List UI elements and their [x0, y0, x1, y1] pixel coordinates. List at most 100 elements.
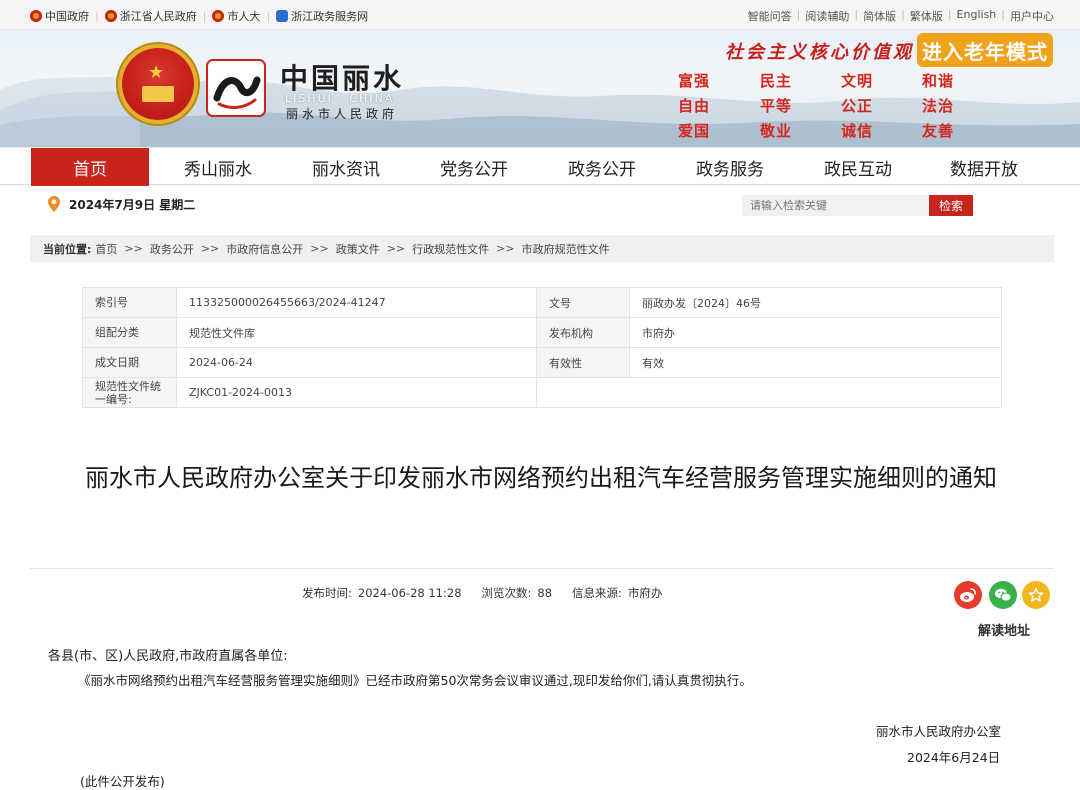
national-emblem-icon	[212, 10, 225, 22]
top-bar: 中国政府 | 浙江省人民政府 | 市人大 | 浙江政务服务网 智能问答 | 阅读辅…	[0, 0, 1080, 30]
meta-value-issuer: 市府办	[629, 317, 1002, 348]
core-value: 诚信	[841, 122, 874, 140]
publication-note: (此件公开发布)	[80, 774, 165, 789]
views-value: 88	[537, 586, 553, 600]
smart-qa-link[interactable]: 智能问答	[748, 8, 792, 24]
breadcrumb-label: 当前位置:	[43, 242, 92, 256]
salutation: 各县(市、区)人民政府,市政府直属各单位:	[48, 649, 288, 664]
core-value: 爱国	[678, 122, 711, 140]
meta-value-category: 规范性文件库	[176, 317, 537, 348]
meta-label-validity: 有效性	[536, 347, 630, 378]
site-title: 中国丽水	[280, 62, 405, 95]
top-link-npc[interactable]: 市人大	[212, 8, 260, 24]
core-value: 民主	[760, 72, 793, 90]
service-net-icon	[276, 10, 289, 22]
meta-label-issuer: 发布机构	[536, 317, 630, 348]
table-row: 索引号 113325000026455663/2024-41247 文号 丽政办…	[82, 287, 1002, 318]
core-value: 和谐	[922, 72, 955, 90]
english-link[interactable]: English	[957, 8, 997, 24]
core-value: 法治	[922, 97, 955, 115]
site-subtitle-cn: 丽水市人民政府	[286, 107, 399, 121]
nav-item-gov-services[interactable]: 政务服务	[671, 148, 789, 186]
date-display: 2024年7月9日 星期二	[47, 195, 195, 213]
document-meta-table: 索引号 113325000026455663/2024-41247 文号 丽政办…	[82, 287, 1002, 408]
table-row: 组配分类 规范性文件库 发布机构 市府办	[82, 317, 1002, 348]
meta-label-index: 索引号	[82, 287, 177, 318]
divider	[30, 568, 1054, 569]
simplified-link[interactable]: 简体版	[863, 8, 896, 24]
user-center-link[interactable]: 用户中心	[1010, 8, 1054, 24]
location-pin-icon	[48, 196, 60, 212]
source-value: 市府办	[627, 586, 663, 600]
search-button[interactable]: 检索	[929, 195, 973, 216]
traditional-link[interactable]: 繁体版	[910, 8, 943, 24]
core-value: 平等	[760, 97, 793, 115]
meta-empty-cell	[536, 377, 1002, 408]
signature-org: 丽水市人民政府办公室	[876, 724, 1002, 739]
wechat-share-button[interactable]	[989, 581, 1017, 609]
table-row: 规范性文件统一编号: ZJKC01-2024-0013	[82, 377, 1002, 408]
nav-item-gov-affairs[interactable]: 政务公开	[543, 148, 661, 186]
meta-label-code: 规范性文件统一编号:	[82, 377, 177, 408]
site-subtitle-en: LISHUI · CHINA	[285, 92, 395, 105]
meta-value-index: 113325000026455663/2024-41247	[176, 287, 537, 318]
publish-time-label: 发布时间:	[302, 586, 352, 600]
national-emblem-icon	[104, 10, 117, 22]
interpretation-link[interactable]: 解读地址	[978, 620, 1030, 639]
search-input[interactable]	[742, 195, 928, 216]
nav-item-party-affairs[interactable]: 党务公开	[415, 148, 533, 186]
meta-value-validity: 有效	[629, 347, 1002, 378]
nav-item-interaction[interactable]: 政民互动	[799, 148, 917, 186]
favorite-share-button[interactable]	[1022, 581, 1050, 609]
wechat-icon	[995, 588, 1012, 602]
core-value: 富强	[678, 72, 711, 90]
nav-item-home[interactable]: 首页	[31, 148, 149, 186]
breadcrumb-item[interactable]: 首页	[95, 241, 117, 257]
core-value: 公正	[841, 97, 874, 115]
top-link-central-gov[interactable]: 中国政府	[30, 8, 89, 24]
breadcrumb: 当前位置: 首页 >> 政务公开 >> 市政府信息公开 >> 政策文件 >> 行…	[30, 235, 1054, 262]
reading-aid-link[interactable]: 阅读辅助	[805, 8, 849, 24]
breadcrumb-item[interactable]: 市政府规范性文件	[522, 241, 610, 257]
table-row: 成文日期 2024-06-24 有效性 有效	[82, 347, 1002, 378]
source-label: 信息来源:	[572, 586, 622, 600]
breadcrumb-item[interactable]: 政务公开	[150, 241, 194, 257]
core-value: 敬业	[760, 122, 793, 140]
star-icon	[1028, 587, 1044, 602]
meta-value-docno: 丽政办发〔2024〕46号	[629, 287, 1002, 318]
top-right-links: 智能问答 | 阅读辅助 | 简体版 | 繁体版 | English | 用户中心	[747, 8, 1054, 24]
publish-time-value: 2024-06-28 11:28	[357, 586, 462, 600]
current-date: 2024年7月9日 星期二	[69, 197, 196, 212]
core-value: 文明	[841, 72, 874, 90]
views-label: 浏览次数:	[481, 586, 532, 600]
meta-label-category: 组配分类	[82, 317, 177, 348]
weibo-share-button[interactable]	[954, 581, 982, 609]
core-values-slogan: 社会主义核心价值观	[725, 42, 914, 63]
nav-item-open-data[interactable]: 数据开放	[925, 148, 1043, 186]
elder-mode-button[interactable]: 进入老年模式	[917, 33, 1053, 67]
national-emblem-icon	[30, 10, 42, 22]
core-value: 自由	[678, 97, 711, 115]
meta-label-date: 成文日期	[82, 347, 177, 378]
national-emblem: ★	[122, 48, 194, 120]
nav-item-xiushan-lishui[interactable]: 秀山丽水	[159, 148, 277, 186]
signature-date: 2024年6月24日	[907, 750, 1001, 765]
breadcrumb-item[interactable]: 政策文件	[336, 241, 380, 257]
breadcrumb-item[interactable]: 市政府信息公开	[226, 241, 303, 257]
meta-value-code: ZJKC01-2024-0013	[176, 377, 537, 408]
top-link-service-net[interactable]: 浙江政务服务网	[276, 8, 368, 24]
body-paragraph: 《丽水市网络预约出租汽车经营服务管理实施细则》已经市政府第50次常务会议审议通过…	[78, 673, 752, 688]
weibo-icon	[960, 588, 976, 602]
top-left-links: 中国政府 | 浙江省人民政府 | 市人大 | 浙江政务服务网	[30, 8, 368, 24]
meta-label-docno: 文号	[536, 287, 630, 318]
core-value: 友善	[922, 122, 955, 140]
meta-value-date: 2024-06-24	[176, 347, 537, 378]
breadcrumb-item[interactable]: 行政规范性文件	[412, 241, 489, 257]
publish-info: 发布时间: 2024-06-28 11:28 浏览次数: 88 信息来源: 市府办	[302, 585, 662, 601]
nav-item-news[interactable]: 丽水资讯	[287, 148, 405, 186]
document-title: 丽水市人民政府办公室关于印发丽水市网络预约出租汽车经营服务管理实施细则的通知	[85, 464, 997, 492]
main-nav: 首页 秀山丽水 丽水资讯 党务公开 政务公开 政务服务 政民互动 数据开放	[0, 147, 1080, 186]
header-banner: ★ 中国丽水 LISHUI · CHINA 丽水市人民政府 社会主义核心价值观 …	[0, 30, 1080, 147]
top-link-zhejiang-gov[interactable]: 浙江省人民政府	[104, 8, 197, 24]
lishui-logo-icon[interactable]	[205, 58, 267, 118]
